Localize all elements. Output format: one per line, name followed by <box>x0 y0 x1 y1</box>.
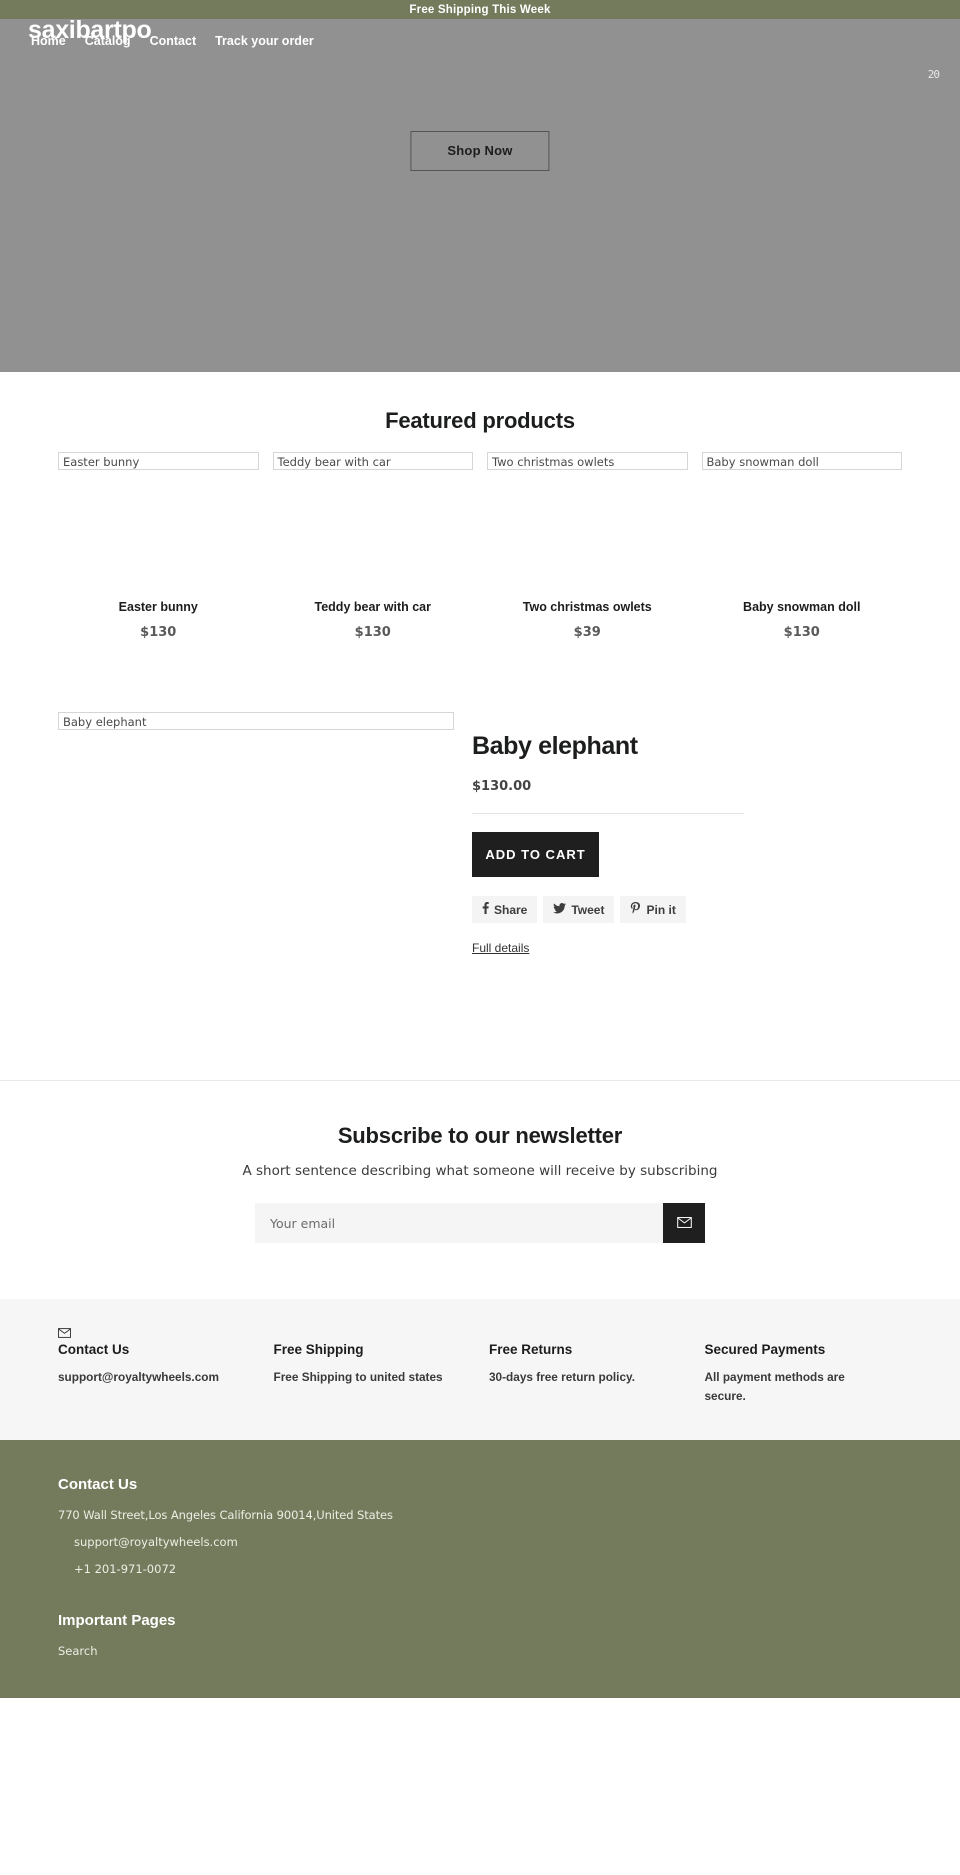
featured-products-grid: Easter bunny Easter bunny $130 Teddy bea… <box>0 452 960 640</box>
product-card[interactable]: Baby snowman doll Baby snowman doll $130 <box>701 452 903 640</box>
nav-item-track-your-order[interactable]: Track your order <box>215 34 314 48</box>
site-footer: Contact Us 770 Wall Street,Los Angeles C… <box>0 1440 960 1698</box>
nav-item-home[interactable]: Home <box>31 34 66 48</box>
newsletter-form <box>0 1203 960 1243</box>
newsletter-subtitle: A short sentence describing what someone… <box>242 1163 718 1179</box>
product-image-placeholder[interactable]: Two christmas owlets <box>487 452 688 598</box>
share-twitter-button[interactable]: Tweet <box>543 896 615 923</box>
product-name[interactable]: Easter bunny <box>58 600 259 614</box>
share-twitter-label: Tweet <box>571 902 605 917</box>
add-to-cart-button[interactable]: ADD TO CART <box>472 832 599 877</box>
feature-title: Contact Us <box>58 1342 130 1357</box>
newsletter-section: Subscribe to our newsletter A short sent… <box>0 1080 960 1299</box>
footer-pages-title: Important Pages <box>58 1612 176 1629</box>
share-pinterest-label: Pin it <box>646 902 676 917</box>
product-name[interactable]: Baby snowman doll <box>702 600 903 614</box>
share-pinterest-button[interactable]: Pin it <box>620 896 686 923</box>
detail-product-price: $130.00 <box>472 779 532 794</box>
cart-count-badge[interactable]: 20 <box>928 68 940 81</box>
announcement-text: Free Shipping This Week <box>409 3 551 16</box>
hero-banner: saxibartpo Home Catalog Contact Track yo… <box>0 16 960 372</box>
share-facebook-button[interactable]: Share <box>472 896 538 923</box>
feature-item-free-shipping: Free Shipping Free Shipping to united st… <box>274 1327 472 1406</box>
footer-contact-title: Contact Us <box>58 1476 138 1493</box>
product-price: $39 <box>573 625 601 640</box>
footer-pages-block: Important Pages Search <box>58 1612 902 1658</box>
nav-item-catalog[interactable]: Catalog <box>85 34 131 48</box>
featured-products-title: Featured products <box>385 408 575 433</box>
footer-email[interactable]: support@royaltywheels.com <box>58 1535 902 1549</box>
feature-text: All payment methods are secure. <box>704 1370 845 1403</box>
product-image-alt-text: Teddy bear with car <box>272 452 473 470</box>
feature-title: Secured Payments <box>704 1342 826 1357</box>
feature-item-secured-payments: Secured Payments All payment methods are… <box>705 1327 903 1406</box>
detail-divider <box>472 813 744 814</box>
product-image-alt-text: Easter bunny <box>58 452 259 470</box>
feature-text: Free Shipping to united states <box>273 1370 443 1384</box>
site-header: saxibartpo Home Catalog Contact Track yo… <box>0 16 960 81</box>
nav-item-contact[interactable]: Contact <box>150 34 197 48</box>
shop-now-button[interactable]: Shop Now <box>410 131 550 171</box>
feature-text: 30-days free return policy. <box>489 1370 635 1384</box>
product-card[interactable]: Easter bunny Easter bunny $130 <box>58 452 259 640</box>
footer-contact-block: Contact Us 770 Wall Street,Los Angeles C… <box>58 1476 902 1576</box>
envelope-icon <box>676 1215 692 1231</box>
detail-image-alt-text: Baby elephant <box>58 712 454 730</box>
product-card[interactable]: Two christmas owlets Two christmas owlet… <box>487 452 688 640</box>
product-name[interactable]: Teddy bear with car <box>273 600 474 614</box>
feature-title: Free Shipping <box>273 1342 364 1357</box>
product-image-alt-text: Two christmas owlets <box>487 452 688 470</box>
newsletter-email-input[interactable] <box>255 1203 663 1243</box>
feature-item-free-returns: Free Returns 30-days free return policy. <box>489 1327 687 1406</box>
product-price: $130 <box>783 625 820 640</box>
detail-image-placeholder[interactable]: Baby elephant <box>58 712 454 1080</box>
product-card[interactable]: Teddy bear with car Teddy bear with car … <box>272 452 474 640</box>
detail-product-title: Baby elephant <box>472 732 638 760</box>
product-name[interactable]: Two christmas owlets <box>487 600 688 614</box>
product-image-placeholder[interactable]: Baby snowman doll <box>701 452 902 598</box>
hero-cta-wrap: Shop Now <box>410 131 550 171</box>
newsletter-submit-button[interactable] <box>663 1203 705 1243</box>
social-share-row: Share Tweet Pin it <box>472 896 902 923</box>
product-price: $130 <box>354 625 391 640</box>
product-image-placeholder[interactable]: Easter bunny <box>58 452 259 598</box>
feature-strip: Contact Us support@royaltywheels.com Fre… <box>0 1299 960 1440</box>
featured-products-section: Featured products Easter bunny Easter bu… <box>0 372 960 640</box>
product-image-alt-text: Baby snowman doll <box>701 452 902 470</box>
newsletter-title: Subscribe to our newsletter <box>337 1123 623 1148</box>
feature-icon-spacer <box>705 1327 903 1342</box>
footer-link-search[interactable]: Search <box>58 1644 902 1658</box>
footer-phone[interactable]: +1 201-971-0072 <box>58 1562 902 1576</box>
twitter-icon <box>553 902 567 917</box>
share-facebook-label: Share <box>494 902 528 917</box>
full-details-link[interactable]: Full details <box>472 941 529 955</box>
pinterest-icon <box>630 902 641 917</box>
envelope-icon <box>58 1327 256 1342</box>
product-image-placeholder[interactable]: Teddy bear with car <box>272 452 473 598</box>
feature-text: support@royaltywheels.com <box>58 1370 219 1384</box>
feature-item-contact-us: Contact Us support@royaltywheels.com <box>58 1327 256 1406</box>
product-price: $130 <box>140 625 177 640</box>
feature-icon-spacer <box>274 1327 472 1342</box>
main-navigation: Home Catalog Contact Track your order <box>31 34 314 48</box>
feature-icon-spacer <box>489 1327 687 1342</box>
facebook-icon <box>482 902 489 917</box>
detail-info: Baby elephant $130.00 ADD TO CART Share … <box>472 712 902 1080</box>
product-detail-section: Baby elephant Baby elephant $130.00 ADD … <box>0 640 960 1080</box>
footer-address: 770 Wall Street,Los Angeles California 9… <box>58 1508 393 1522</box>
feature-title: Free Returns <box>489 1342 573 1357</box>
